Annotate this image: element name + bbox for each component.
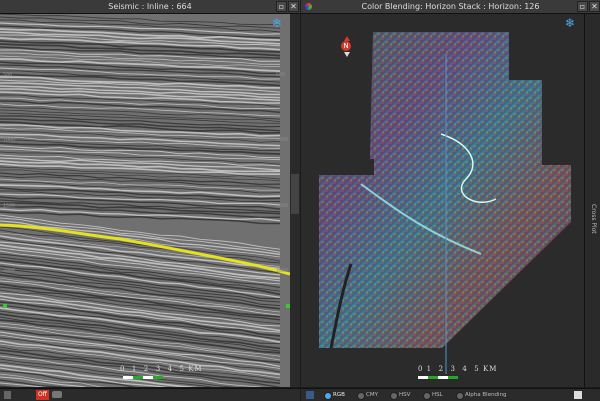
blend-mode-radio-hsv[interactable] xyxy=(390,392,398,400)
blend-mode-toolbar: RGB CMY HSV HSL Alpha Blending xyxy=(301,388,600,401)
blend-mode-label: CMY xyxy=(366,392,378,398)
depth-tick-left: 500 xyxy=(3,72,13,78)
seismic-section-image xyxy=(0,14,290,387)
cross-plot-tab-label: Cross Plot xyxy=(590,204,597,234)
seismic-window-titlebar[interactable]: Seismic : Inline : 664 xyxy=(0,0,300,14)
blend-mode-label: HSV xyxy=(399,392,411,398)
green-marker xyxy=(3,304,7,308)
depth-tick-right: 500 xyxy=(276,72,286,78)
depth-tick-left: 1000 xyxy=(3,137,16,143)
seismic-window-title: Seismic : Inline : 664 xyxy=(108,2,192,11)
scale-bar-label: 0 1 2 3 4 5 KM xyxy=(120,365,203,373)
settings-icon[interactable] xyxy=(574,391,582,399)
blend-mode-label: RGB xyxy=(333,392,345,398)
snowflake-icon[interactable]: ❄ xyxy=(272,16,282,30)
depth-tick-right: 1500 xyxy=(276,203,289,209)
blend-window-title: Color Blending: Horizon Stack : Horizon:… xyxy=(361,2,540,11)
off-toggle-button[interactable]: Off xyxy=(36,390,49,400)
blend-mode-radio-rgb[interactable] xyxy=(324,392,332,400)
depth-tick-right: 1000 xyxy=(276,137,289,143)
blend-mode-label: HSL xyxy=(432,392,443,398)
app-root: Seismic : Inline : 664 ▫ ✕ ❄ 500 1000 15… xyxy=(0,0,600,401)
seismic-vertical-scrollbar[interactable] xyxy=(290,14,300,387)
blend-window-titlebar[interactable]: Color Blending: Horizon Stack : Horizon:… xyxy=(301,0,600,14)
camera-icon[interactable] xyxy=(52,391,62,398)
blend-mode-label: Alpha Blending xyxy=(465,392,507,398)
horizon-map-view[interactable]: N ❄ 0 1 2 3 4 5 KM xyxy=(301,14,584,387)
seismic-section-view[interactable]: ❄ 500 1000 1500 2000 500 1000 1500 2000 … xyxy=(0,14,290,387)
blend-window-close-icon[interactable]: ✕ xyxy=(589,1,600,12)
blend-mode-radio-hsl[interactable] xyxy=(423,392,431,400)
well-icon[interactable] xyxy=(4,391,11,399)
horizon-map-image xyxy=(319,32,571,374)
seismic-window-close-icon[interactable]: ✕ xyxy=(288,1,299,12)
seismic-toolbar: Off xyxy=(0,388,300,401)
scale-bar-label: 0 1 2 3 4 5 KM xyxy=(418,365,498,373)
blend-mode-radio-cmy[interactable] xyxy=(357,392,365,400)
seismic-window-float-button[interactable]: ▫ xyxy=(276,1,287,12)
depth-tick-right: 2000 xyxy=(276,268,289,274)
depth-tick-left: 1500 xyxy=(3,203,16,209)
scale-bar xyxy=(418,376,460,380)
seismic-scroll-thumb[interactable] xyxy=(291,174,299,214)
layers-icon[interactable] xyxy=(306,391,314,399)
snowflake-icon[interactable]: ❄ xyxy=(565,16,575,30)
blend-window-float-button[interactable]: ▫ xyxy=(577,1,588,12)
scale-bar xyxy=(123,376,165,380)
north-arrow-icon[interactable]: N xyxy=(339,36,353,60)
depth-tick-left: 2000 xyxy=(3,268,16,274)
blend-mode-radio-alpha[interactable] xyxy=(456,392,464,400)
cross-plot-side-tab[interactable]: Cross Plot xyxy=(584,14,600,387)
app-logo-icon xyxy=(305,3,312,10)
